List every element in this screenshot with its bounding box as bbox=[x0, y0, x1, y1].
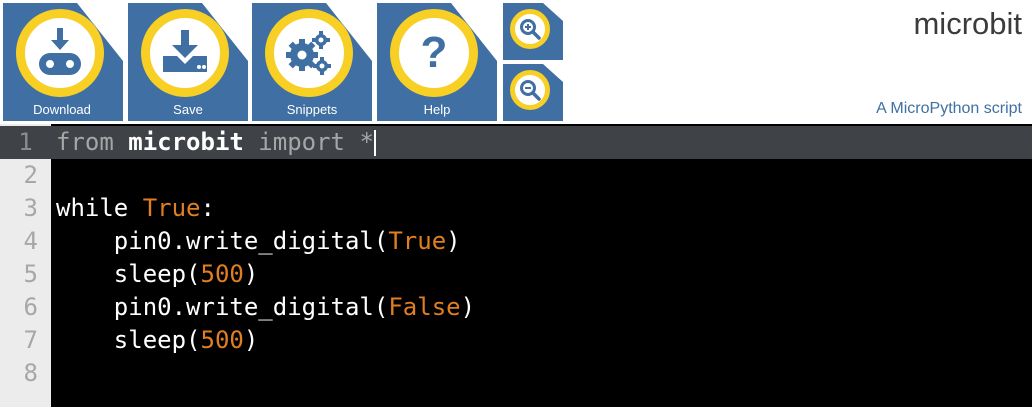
line-number: 4 bbox=[23, 227, 38, 255]
snippets-label: Snippets bbox=[286, 102, 338, 117]
zoom-controls bbox=[503, 3, 563, 121]
line-code: sleep(500) bbox=[56, 324, 259, 357]
code-line[interactable]: 6 pin0.write_digital(False) bbox=[0, 291, 1032, 324]
code-token: 500 bbox=[200, 326, 244, 354]
code-token: sleep( bbox=[113, 260, 201, 288]
code-token: pin0.write_digital( bbox=[113, 227, 389, 255]
zoom-in-button[interactable] bbox=[503, 3, 563, 60]
download-button[interactable]: Download bbox=[3, 3, 123, 121]
line-number: 8 bbox=[23, 359, 38, 387]
download-label: Download bbox=[33, 102, 91, 117]
code-line[interactable]: 8 bbox=[0, 357, 1032, 390]
code-token: False bbox=[388, 293, 461, 321]
code-token: : bbox=[200, 194, 215, 222]
code-line[interactable]: 4 pin0.write_digital(True) bbox=[0, 225, 1032, 258]
line-number: 2 bbox=[23, 161, 38, 189]
download-microbit-icon bbox=[16, 9, 104, 97]
code-token: sleep( bbox=[113, 326, 201, 354]
save-button[interactable]: Save bbox=[128, 3, 248, 121]
script-title[interactable]: microbit bbox=[913, 6, 1022, 42]
code-line[interactable]: 1 from microbit import * bbox=[0, 126, 1032, 159]
code-token: microbit bbox=[128, 128, 244, 156]
code-line[interactable]: 3 while True: bbox=[0, 192, 1032, 225]
line-number: 5 bbox=[23, 260, 38, 288]
code-token: 500 bbox=[200, 260, 244, 288]
code-line[interactable]: 2 bbox=[0, 159, 1032, 192]
code-token: ) bbox=[243, 326, 259, 354]
line-number: 7 bbox=[23, 326, 38, 354]
toolbar: Download Save Snippets ? Help microbit A… bbox=[0, 0, 1032, 124]
zoom-in-icon bbox=[510, 9, 550, 49]
help-icon: ? bbox=[390, 9, 478, 97]
code-token: pin0.write_digital( bbox=[113, 293, 389, 321]
save-icon bbox=[141, 9, 229, 97]
help-glyph: ? bbox=[420, 28, 448, 77]
line-number: 1 bbox=[0, 126, 51, 159]
help-button[interactable]: ? Help bbox=[377, 3, 497, 121]
line-code: sleep(500) bbox=[56, 258, 259, 291]
code-token: import * bbox=[243, 128, 374, 156]
gears-icon bbox=[265, 9, 353, 97]
code-token: True bbox=[142, 194, 201, 222]
code-token: from bbox=[56, 128, 129, 156]
code-line[interactable]: 7 sleep(500) bbox=[0, 324, 1032, 357]
text-cursor bbox=[373, 130, 376, 156]
code-token: ) bbox=[446, 227, 461, 255]
code-token: True bbox=[388, 227, 447, 255]
line-number: 3 bbox=[23, 194, 38, 222]
line-number: 6 bbox=[23, 293, 38, 321]
code-editor[interactable]: 1 from microbit import * 2 3 while True: 4 pi… bbox=[0, 124, 1032, 407]
line-code: pin0.write_digital(False) bbox=[56, 291, 475, 324]
code-line[interactable]: 5 sleep(500) bbox=[0, 258, 1032, 291]
snippets-button[interactable]: Snippets bbox=[252, 3, 372, 121]
code-token: ) bbox=[460, 293, 476, 321]
line-code: pin0.write_digital(True) bbox=[56, 225, 461, 258]
script-subtitle[interactable]: A MicroPython script bbox=[876, 100, 1022, 118]
zoom-out-icon bbox=[510, 70, 550, 110]
line-code: while True: bbox=[56, 192, 215, 225]
code-token: while bbox=[56, 194, 143, 222]
save-label: Save bbox=[173, 102, 203, 117]
code-token: ) bbox=[243, 260, 259, 288]
zoom-out-button[interactable] bbox=[503, 64, 563, 121]
line-code: from microbit import * bbox=[56, 126, 376, 159]
help-label: Help bbox=[423, 102, 451, 117]
